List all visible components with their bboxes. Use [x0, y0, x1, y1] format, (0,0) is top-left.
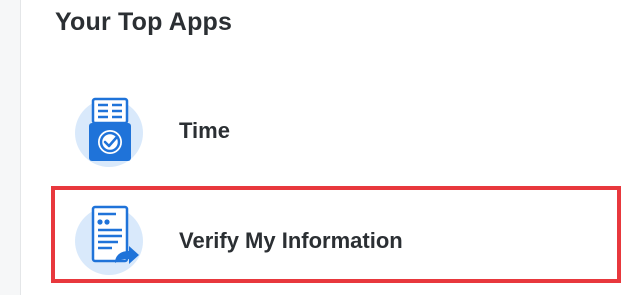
- top-apps-card: Your Top Apps Time Verify My Information: [20, 0, 623, 295]
- app-item-verify-my-information[interactable]: Verify My Information: [51, 193, 621, 288]
- page: Your Top Apps Time Verify My Information: [0, 0, 623, 295]
- time-clock-icon: [71, 91, 151, 171]
- section-title: Your Top Apps: [55, 8, 233, 36]
- verify-form-icon: [71, 201, 151, 281]
- app-label-verify-my-information: Verify My Information: [179, 227, 403, 253]
- app-item-time[interactable]: Time: [51, 83, 621, 178]
- app-label-time: Time: [179, 117, 230, 143]
